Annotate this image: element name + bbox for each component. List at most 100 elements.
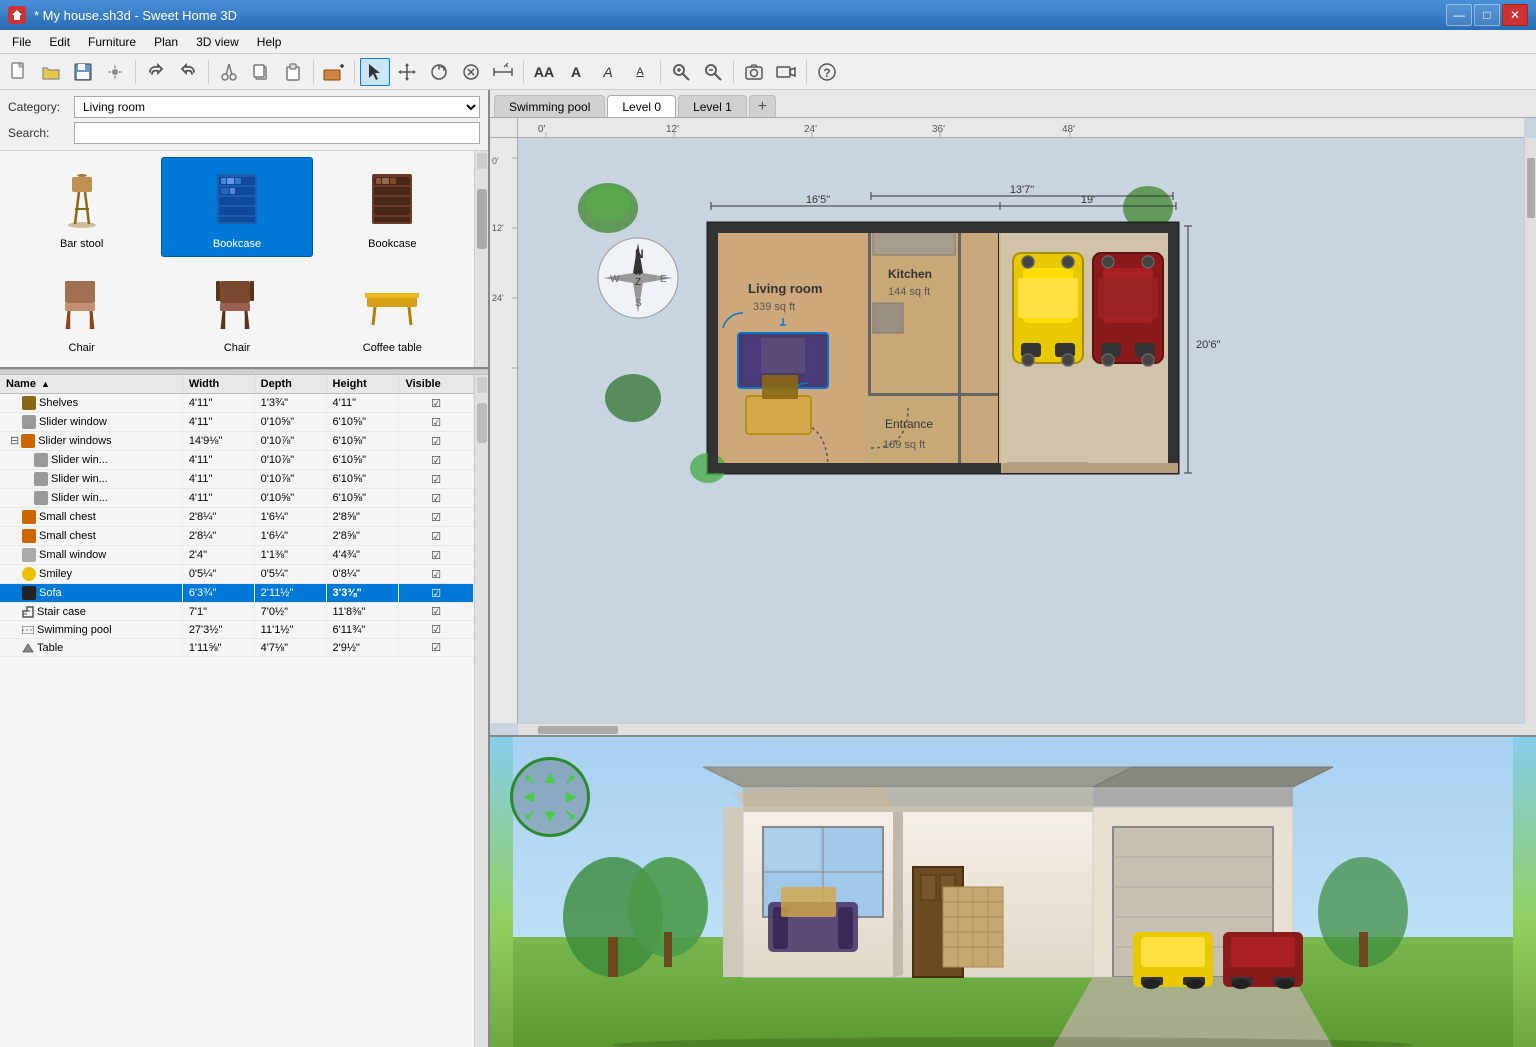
menu-plan[interactable]: Plan [146, 33, 186, 51]
col-visible[interactable]: Visible [399, 375, 474, 394]
furniture-label-bar-stool: Bar stool [60, 238, 103, 250]
furniture-label-chair-2: Chair [224, 342, 250, 354]
rotate3d-button[interactable] [424, 58, 454, 86]
tab-level-0[interactable]: Level 0 [607, 95, 676, 117]
furniture-item-coffee-table[interactable]: Coffee table [317, 261, 468, 361]
left-panel: Category: Living room Bedroom Kitchen Ba… [0, 90, 490, 1047]
furniture-item-bar-stool[interactable]: Bar stool [6, 157, 157, 257]
svg-text:20'6": 20'6" [1196, 339, 1220, 351]
furniture-label-coffee-table: Coffee table [363, 342, 422, 354]
video-button[interactable] [771, 58, 801, 86]
nav-up-right[interactable]: ↗ [564, 771, 576, 788]
col-height[interactable]: Height [326, 375, 399, 394]
menu-help[interactable]: Help [249, 33, 290, 51]
tabs-bar: Swimming pool Level 0 Level 1 + [490, 90, 1536, 118]
minimize-button[interactable]: — [1446, 4, 1472, 26]
category-dropdown[interactable]: Living room Bedroom Kitchen Bathroom Off… [74, 96, 480, 118]
table-row[interactable]: Table 1'11⅝"4'7⅛"2'9½" ☑ [0, 639, 474, 657]
cut-button[interactable] [214, 58, 244, 86]
table-row[interactable]: Small chest 2'8¼"1'6¼"2'8⅝" ☑ [0, 508, 474, 527]
menu-furniture[interactable]: Furniture [80, 33, 144, 51]
furniture-image-chair-1 [42, 268, 122, 338]
table-row[interactable]: Stair case 7'1"7'0½"11'8⅜" ☑ [0, 603, 474, 621]
col-name[interactable]: Name ▲ [0, 375, 182, 394]
nav-left[interactable]: ◄ [520, 787, 538, 808]
table-row[interactable]: Slider win... 4'11"0'10⅝"6'10⅝" ☑ [0, 489, 474, 508]
text-italic-button[interactable]: A [593, 58, 623, 86]
tab-level-1[interactable]: Level 1 [678, 95, 747, 117]
text-aa-button[interactable]: AA [529, 58, 559, 86]
tab-swimming-pool[interactable]: Swimming pool [494, 95, 605, 117]
move3d-button[interactable] [456, 58, 486, 86]
separator-8 [806, 60, 807, 84]
add-level-button[interactable]: + [749, 95, 776, 117]
undo-button[interactable] [141, 58, 171, 86]
new-button[interactable] [4, 58, 34, 86]
table-row[interactable]: Slider win... 4'11"0'10⅞"6'10⅝" ☑ [0, 470, 474, 489]
col-depth[interactable]: Depth [254, 375, 326, 394]
furniture-table-container: Name ▲ Width Depth Height Visible Shelve… [0, 375, 474, 1047]
save-button[interactable] [68, 58, 98, 86]
table-row[interactable]: Shelves 4'11"1'3¾"4'11" ☑ [0, 394, 474, 413]
nav-down-left[interactable]: ↙ [524, 806, 536, 823]
furniture-item-bookcase-2[interactable]: Bookcase [317, 157, 468, 257]
camera-button[interactable] [739, 58, 769, 86]
table-row[interactable]: ⊟Slider windows 14'9⅛"0'10⅞"6'10⅝" ☑ [0, 432, 474, 451]
svg-text:E: E [660, 274, 667, 285]
pan-button[interactable] [392, 58, 422, 86]
menu-3dview[interactable]: 3D view [188, 33, 247, 51]
add-furniture-button[interactable] [319, 58, 349, 86]
title-controls: — □ ✕ [1446, 4, 1528, 26]
furniture-image-bookcase-1 [197, 164, 277, 234]
separator-7 [733, 60, 734, 84]
separator-3 [313, 60, 314, 84]
table-row[interactable]: Smiley 0'5¼"0'5¼"0'8¼" ☑ [0, 565, 474, 584]
copy-button[interactable] [246, 58, 276, 86]
furniture-item-bookcase-1[interactable]: Bookcase [161, 157, 312, 257]
paste-button[interactable] [278, 58, 308, 86]
text-a-button[interactable]: A [561, 58, 591, 86]
furniture-grid-scrollbar[interactable] [474, 151, 488, 367]
menu-edit[interactable]: Edit [41, 33, 78, 51]
svg-text:W: W [610, 274, 620, 285]
svg-text:19': 19' [1081, 194, 1095, 206]
table-scrollbar[interactable] [474, 375, 488, 1047]
menu-file[interactable]: File [4, 33, 39, 51]
plan-view[interactable]: 0' 12' 24' 36' 48' [490, 118, 1536, 737]
plan-scroll-v[interactable] [1524, 138, 1536, 723]
table-row[interactable]: Slider win... 4'11"0'10⅞"6'10⅝" ☑ [0, 451, 474, 470]
table-row-sofa[interactable]: Sofa 6'3¾"2'11½"3'3⅜" ☑ [0, 584, 474, 603]
nav-right[interactable]: ► [562, 787, 580, 808]
open-button[interactable] [36, 58, 66, 86]
search-input[interactable] [74, 122, 480, 144]
dimension-button[interactable] [488, 58, 518, 86]
zoom-in-button[interactable] [666, 58, 696, 86]
ruler-left: 0' 12' 24' [490, 138, 518, 723]
furniture-item-chair-1[interactable]: Chair [6, 261, 157, 361]
nav-up-left[interactable]: ↖ [524, 771, 536, 788]
text-small-button[interactable]: A [625, 58, 655, 86]
plan-scroll-h[interactable] [518, 723, 1524, 735]
toolbar: AA A A A ? [0, 54, 1536, 90]
redo-button[interactable] [173, 58, 203, 86]
furniture-image-coffee-table [352, 268, 432, 338]
nav-up[interactable]: ▲ [541, 767, 559, 788]
table-row[interactable]: Small chest 2'8¼"1'6¼"2'8⅝" ☑ [0, 527, 474, 546]
help-button[interactable]: ? [812, 58, 842, 86]
table-row[interactable]: Slider window 4'11"0'10⅝"6'10⅝" ☑ [0, 413, 474, 432]
preferences-button[interactable] [100, 58, 130, 86]
col-width[interactable]: Width [182, 375, 254, 394]
svg-text:Entrance: Entrance [885, 417, 933, 431]
table-row[interactable]: Swimming pool 27'3½"11'1½"6'11¾" ☑ [0, 621, 474, 639]
maximize-button[interactable]: □ [1474, 4, 1500, 26]
furniture-label-bookcase-2: Bookcase [368, 238, 416, 250]
furniture-item-chair-2[interactable]: Chair [161, 261, 312, 361]
nav-down-right[interactable]: ↘ [564, 806, 576, 823]
zoom-out-button[interactable] [698, 58, 728, 86]
close-button[interactable]: ✕ [1502, 4, 1528, 26]
3d-navigation-control[interactable]: ▲ ▼ ◄ ► ↖ ↗ ↙ ↘ [510, 757, 590, 837]
table-row[interactable]: Small window 2'4"1'1⅜"4'4¾" ☑ [0, 546, 474, 565]
nav-down[interactable]: ▼ [541, 806, 559, 827]
furniture-grid-wrapper: Bar stool [0, 151, 488, 369]
select-button[interactable] [360, 58, 390, 86]
